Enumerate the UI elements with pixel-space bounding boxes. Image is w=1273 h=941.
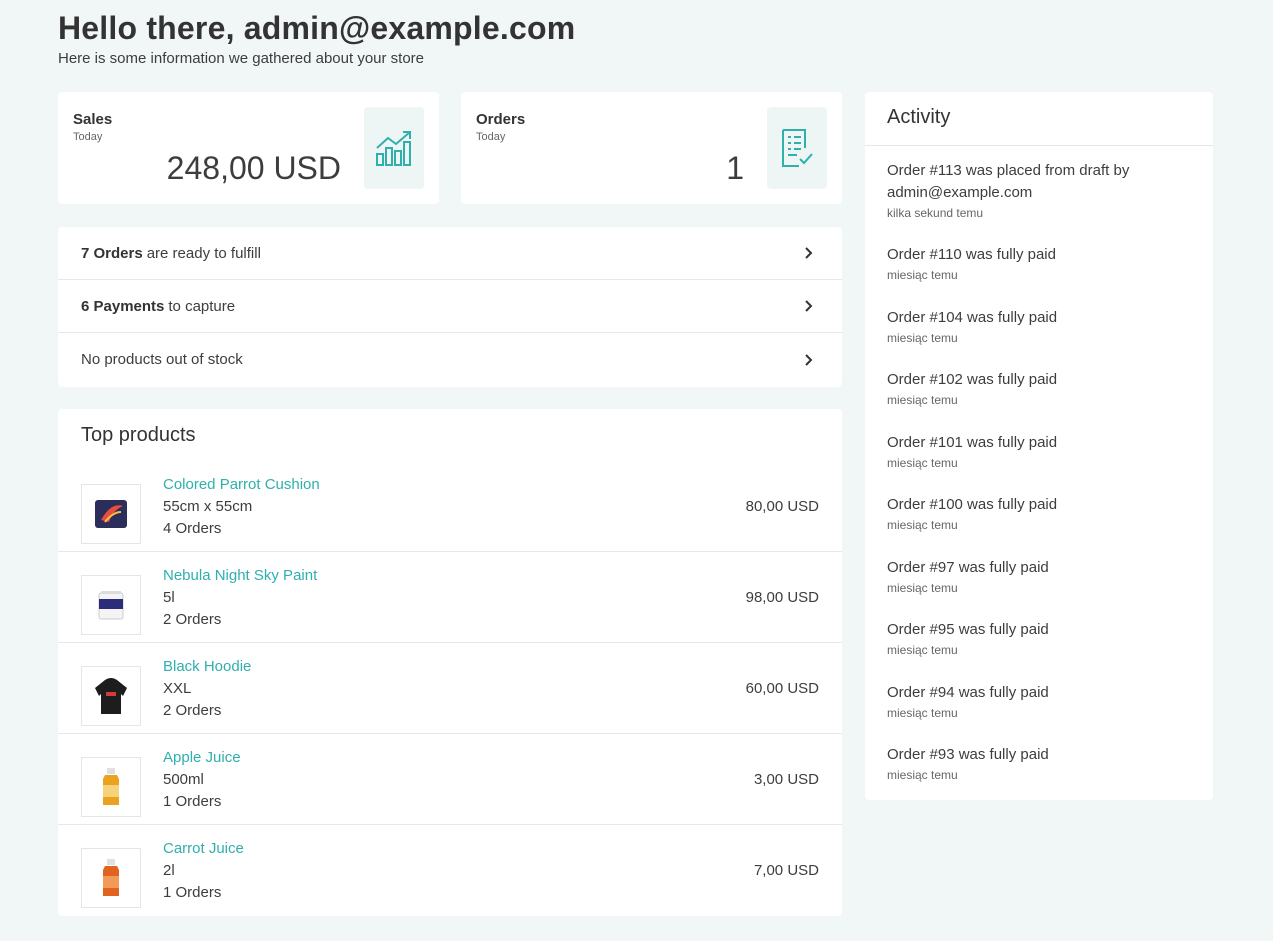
product-price: 7,00 USD [753,862,819,879]
activity-text: Order #101 was fully paid [887,434,1058,451]
top-products-card: Top products Colored Parrot Cushion 55cm… [58,409,842,916]
product-name-link[interactable]: Apple Juice [163,749,241,766]
product-price: 3,00 USD [753,771,819,788]
notif-count: 6 Payments [81,297,165,315]
product-row[interactable]: Black Hoodie XXL 2 Orders 60,00 USD [58,643,842,734]
product-name-link[interactable]: Colored Parrot Cushion [163,476,320,493]
activity-text: Order #110 was fully paid [887,246,1056,263]
out-of-stock-link[interactable]: No products out of stock [58,333,842,386]
top-products-heading: Top products [81,424,196,446]
activity-item: Order #100 was fully paid miesiąc temu [887,494,1187,534]
activity-time: miesiąc temu [887,581,958,595]
notif-text: No products out of stock [81,351,243,368]
activity-time: miesiąc temu [887,456,958,470]
activity-item: Order #110 was fully paid miesiąc temu [887,244,1187,284]
product-variant: 500ml [163,771,204,788]
notifications-list: 7 Orders are ready to fulfill 6 Payments… [58,227,842,387]
product-name-link[interactable]: Carrot Juice [163,840,244,857]
product-name-link[interactable]: Black Hoodie [163,658,251,675]
product-price: 80,00 USD [745,498,819,515]
product-orders: 4 Orders [163,520,222,537]
product-orders: 1 Orders [163,793,222,810]
activity-text: Order #94 was fully paid [887,684,1049,701]
activity-time: kilka sekund temu [887,206,984,220]
activity-text: Order #104 was fully paid [887,309,1058,326]
chevron-right-icon [805,353,813,366]
activity-heading: Activity [887,106,951,128]
activity-text: Order #95 was fully paid [887,621,1049,638]
product-orders: 2 Orders [163,702,222,719]
activity-card: Activity Order #113 was placed from draf… [865,92,1213,800]
activity-text: Order #93 was fully paid [887,746,1049,763]
activity-item: Order #104 was fully paid miesiąc temu [887,307,1187,347]
chevron-right-icon [805,247,813,259]
notif-count: 7 Orders [81,244,143,262]
activity-item: Order #97 was fully paid miesiąc temu [887,557,1187,597]
activity-item: Order #113 was placed from draft by admi… [887,160,1187,222]
activity-time: miesiąc temu [887,331,958,345]
activity-text: Order #113 was placed from draft by admi… [887,162,1130,201]
product-variant: 5l [163,589,175,606]
activity-time: miesiąc temu [887,268,958,282]
payments-to-capture-link[interactable]: 6 Payments to capture [58,280,842,333]
chevron-right-icon [805,300,813,312]
orders-to-fulfill-link[interactable]: 7 Orders are ready to fulfill [58,227,842,280]
activity-item: Order #94 was fully paid miesiąc temu [887,682,1187,722]
product-thumbnail [81,484,141,544]
product-row[interactable]: Nebula Night Sky Paint 5l 2 Orders 98,00… [58,552,842,643]
page-title: Hello there, admin@example.com [58,10,576,46]
activity-text: Order #97 was fully paid [887,559,1049,576]
product-variant: XXL [163,680,192,697]
product-price: 98,00 USD [745,589,819,606]
product-name-link[interactable]: Nebula Night Sky Paint [163,567,317,584]
activity-item: Order #95 was fully paid miesiąc temu [887,619,1187,659]
activity-text: Order #100 was fully paid [887,496,1058,513]
sales-value: 248,00 USD [166,150,341,186]
activity-time: miesiąc temu [887,643,958,657]
checklist-icon [767,107,827,189]
sales-title: Sales [73,111,113,128]
divider [865,145,1213,146]
orders-value: 1 [726,150,744,186]
product-row[interactable]: Colored Parrot Cushion 55cm x 55cm 4 Ord… [58,461,842,552]
orders-period: Today [476,131,506,143]
activity-text: Order #102 was fully paid [887,371,1058,388]
product-thumbnail [81,848,141,908]
product-variant: 55cm x 55cm [163,498,253,515]
product-price: 60,00 USD [745,680,819,697]
activity-item: Order #102 was fully paid miesiąc temu [887,369,1187,409]
product-orders: 2 Orders [163,611,222,628]
activity-item: Order #93 was fully paid miesiąc temu [887,744,1187,784]
product-thumbnail [81,757,141,817]
notif-text: are ready to fulfill [146,244,261,262]
orders-title: Orders [476,111,526,128]
activity-item: Order #101 was fully paid miesiąc temu [887,432,1187,472]
notif-text: to capture [168,297,236,315]
product-orders: 1 Orders [163,884,222,901]
product-variant: 2l [163,862,175,879]
activity-time: miesiąc temu [887,393,958,407]
chart-growth-icon [364,107,424,189]
product-row[interactable]: Apple Juice 500ml 1 Orders 3,00 USD [58,734,842,825]
activity-time: miesiąc temu [887,768,958,782]
product-thumbnail [81,575,141,635]
sales-period: Today [73,131,103,143]
activity-time: miesiąc temu [887,518,958,532]
orders-card: Orders Today 1 [461,92,842,204]
sales-card: Sales Today 248,00 USD [58,92,439,204]
product-row[interactable]: Carrot Juice 2l 1 Orders 7,00 USD [58,825,842,916]
product-thumbnail [81,666,141,726]
activity-time: miesiąc temu [887,706,958,720]
page-subtitle: Here is some information we gathered abo… [58,50,425,67]
